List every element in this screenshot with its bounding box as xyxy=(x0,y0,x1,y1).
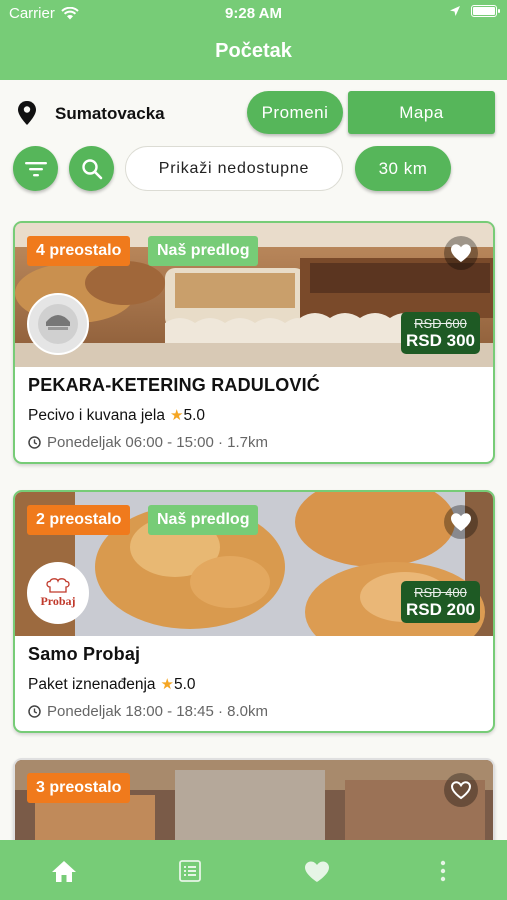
map-button[interactable]: Mapa xyxy=(348,91,495,134)
store-name: Samo Probaj xyxy=(28,644,141,664)
store-card[interactable]: 4 preostalo Naš predlog RSD 600 RSD 300 … xyxy=(13,221,495,464)
store-name: PEKARA-KETERING RADULOVIĆ xyxy=(28,375,321,395)
store-category-row: Pecivo i kuvana jela ★5.0 xyxy=(28,406,480,425)
clock-icon xyxy=(28,705,41,718)
heart-icon xyxy=(451,244,471,262)
location-arrow-icon xyxy=(450,6,460,16)
store-category: Paket iznenađenja xyxy=(28,675,156,693)
price-tag: RSD 400 RSD 200 xyxy=(401,581,480,623)
status-time: 9:28 AM xyxy=(225,5,282,22)
tab-favorites[interactable] xyxy=(302,858,332,884)
heart-icon xyxy=(305,861,329,882)
star-icon: ★ xyxy=(160,676,174,693)
store-logo-graphic xyxy=(38,304,78,344)
filter-icon xyxy=(24,161,47,176)
heart-icon xyxy=(451,513,471,531)
store-image: 2 preostalo Naš predlog Probaj RSD 400 R… xyxy=(15,492,493,636)
tab-list[interactable] xyxy=(175,858,205,884)
favorite-button[interactable] xyxy=(444,773,478,807)
location-name: Sumatovacka xyxy=(55,104,165,123)
remaining-badge: 2 preostalo xyxy=(27,505,131,535)
original-price: RSD 400 xyxy=(414,585,467,600)
location-pin-icon xyxy=(18,101,36,125)
store-rating: 5.0 xyxy=(183,407,206,424)
page-title: Početak xyxy=(215,40,292,62)
store-logo: Probaj xyxy=(27,562,89,624)
original-price: RSD 600 xyxy=(414,316,467,331)
store-rating: 5.0 xyxy=(174,676,196,693)
store-hours-row: Ponedeljak 06:00 - 15:00 · 1.7km xyxy=(28,434,480,451)
search-button[interactable] xyxy=(69,146,114,191)
status-bar: Carrier 9:28 AM xyxy=(0,5,507,25)
heart-outline-icon xyxy=(450,781,472,800)
recommended-badge: Naš predlog xyxy=(148,505,259,535)
search-icon xyxy=(81,158,102,179)
store-info: Samo Probaj Paket iznenađenja ★5.0 Poned… xyxy=(15,636,493,731)
distance-button[interactable]: 30 km xyxy=(355,146,451,191)
store-hours: Ponedeljak 18:00 - 18:45 · 8.0km xyxy=(47,703,268,720)
bottom-tab-bar xyxy=(0,840,507,900)
store-hours: Ponedeljak 06:00 - 15:00 · 1.7km xyxy=(47,434,268,451)
store-category-row: Paket iznenađenja ★5.0 xyxy=(28,675,480,694)
favorite-button[interactable] xyxy=(444,505,478,539)
list-icon xyxy=(179,860,201,882)
price-tag: RSD 600 RSD 300 xyxy=(401,312,480,354)
tab-home[interactable] xyxy=(49,858,79,884)
battery-icon xyxy=(471,5,500,17)
remaining-badge: 3 preostalo xyxy=(27,773,131,803)
filter-button[interactable] xyxy=(13,146,58,191)
clock-icon xyxy=(28,436,41,449)
more-icon xyxy=(440,860,446,882)
discounted-price: RSD 300 xyxy=(406,331,475,350)
show-unavailable-button[interactable]: Prikaži nedostupne xyxy=(125,146,343,191)
home-icon xyxy=(52,861,76,882)
app-header: Carrier 9:28 AM Početak xyxy=(0,0,507,80)
remaining-badge: 4 preostalo xyxy=(27,236,131,266)
change-location-button[interactable]: Promeni xyxy=(247,91,343,134)
star-icon: ★ xyxy=(170,407,184,424)
tab-more[interactable] xyxy=(428,858,458,884)
location-row: Sumatovacka Promeni Mapa xyxy=(0,90,507,136)
store-card[interactable]: 2 preostalo Naš predlog Probaj RSD 400 R… xyxy=(13,490,495,733)
store-info: PEKARA-KETERING RADULOVIĆ Pecivo i kuvan… xyxy=(15,367,493,462)
store-category: Pecivo i kuvana jela xyxy=(28,406,165,424)
store-logo-text: Probaj xyxy=(40,593,76,608)
discounted-price: RSD 200 xyxy=(406,600,475,619)
chef-hat-icon xyxy=(46,577,70,593)
favorite-button[interactable] xyxy=(444,236,478,270)
recommended-badge: Naš predlog xyxy=(148,236,259,266)
filter-row: Prikaži nedostupne 30 km xyxy=(0,146,507,192)
store-hours-row: Ponedeljak 18:00 - 18:45 · 8.0km xyxy=(28,703,480,720)
store-logo xyxy=(27,293,89,355)
store-image: 4 preostalo Naš predlog RSD 600 RSD 300 xyxy=(15,223,493,367)
